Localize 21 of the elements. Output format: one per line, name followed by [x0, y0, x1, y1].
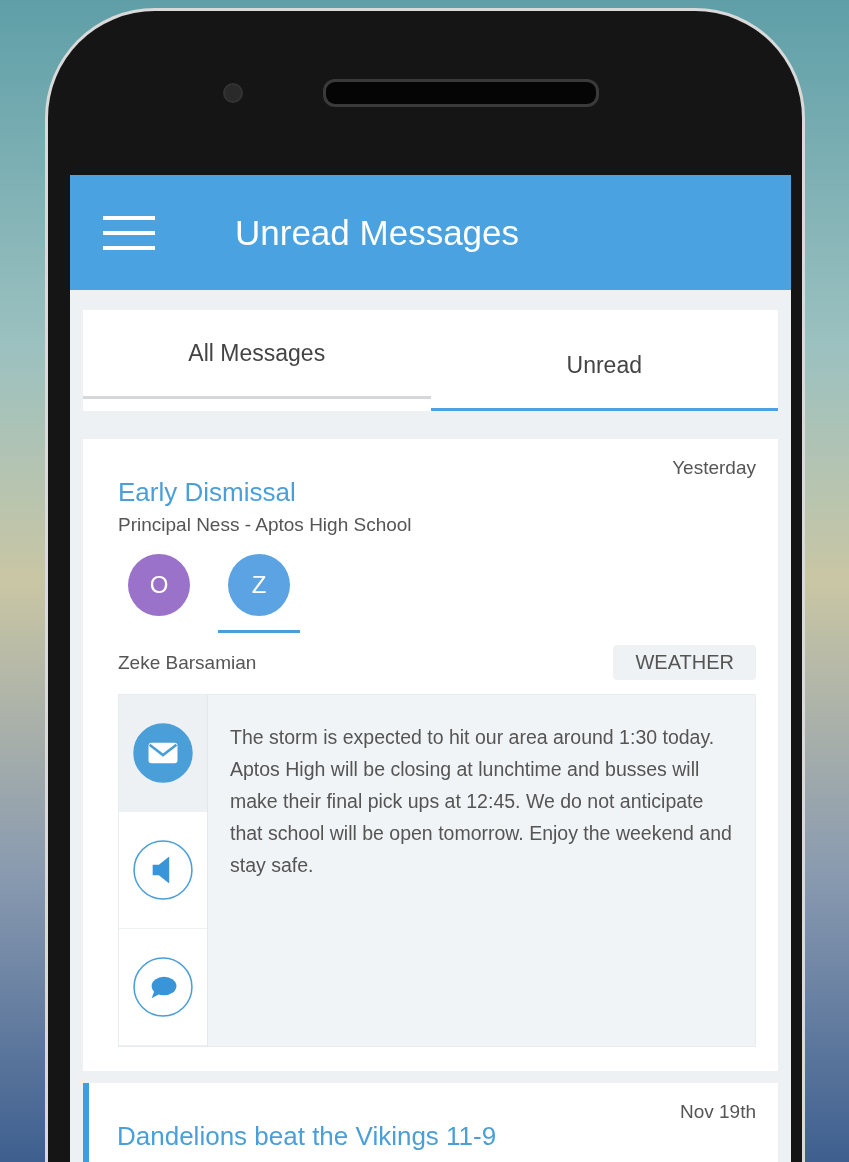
message-card[interactable]: Dandelions beat the Vikings 11-9 Nov 19th	[83, 1083, 778, 1162]
tab[interactable]: All Messages	[83, 310, 431, 399]
message-title: Dandelions beat the Vikings 11-9	[117, 1121, 497, 1152]
recipient-tab[interactable]: O	[118, 554, 200, 633]
speaker-icon	[132, 839, 194, 901]
header-title: Unread Messages	[235, 212, 520, 253]
envelope-icon	[132, 722, 194, 784]
message-title: Early Dismissal	[118, 477, 296, 508]
avatar: O	[128, 554, 190, 616]
menu-icon[interactable]	[103, 215, 155, 250]
avatar: Z	[228, 554, 290, 616]
chat-bubble-icon	[132, 956, 194, 1018]
message-date: Nov 19th	[679, 1101, 756, 1123]
category-tag: WEATHER	[613, 645, 756, 680]
camera-icon	[222, 83, 243, 103]
message-sender: Principal Ness - Aptos High School	[118, 514, 413, 536]
message-card[interactable]	[83, 439, 778, 1071]
tab[interactable]: Unread	[430, 310, 778, 411]
recipient-name: Zeke Barsamian	[118, 651, 257, 674]
message-date: Yesterday	[672, 457, 756, 479]
message-body: The storm is expected to hit our area around 1:30 today. Aptos High will be closing at lunchtime and busses will make their final pick ups at 12:45. We do not anticipate that school will be open tomorrow. Enjoy the weekend and stay safe.	[229, 725, 733, 878]
